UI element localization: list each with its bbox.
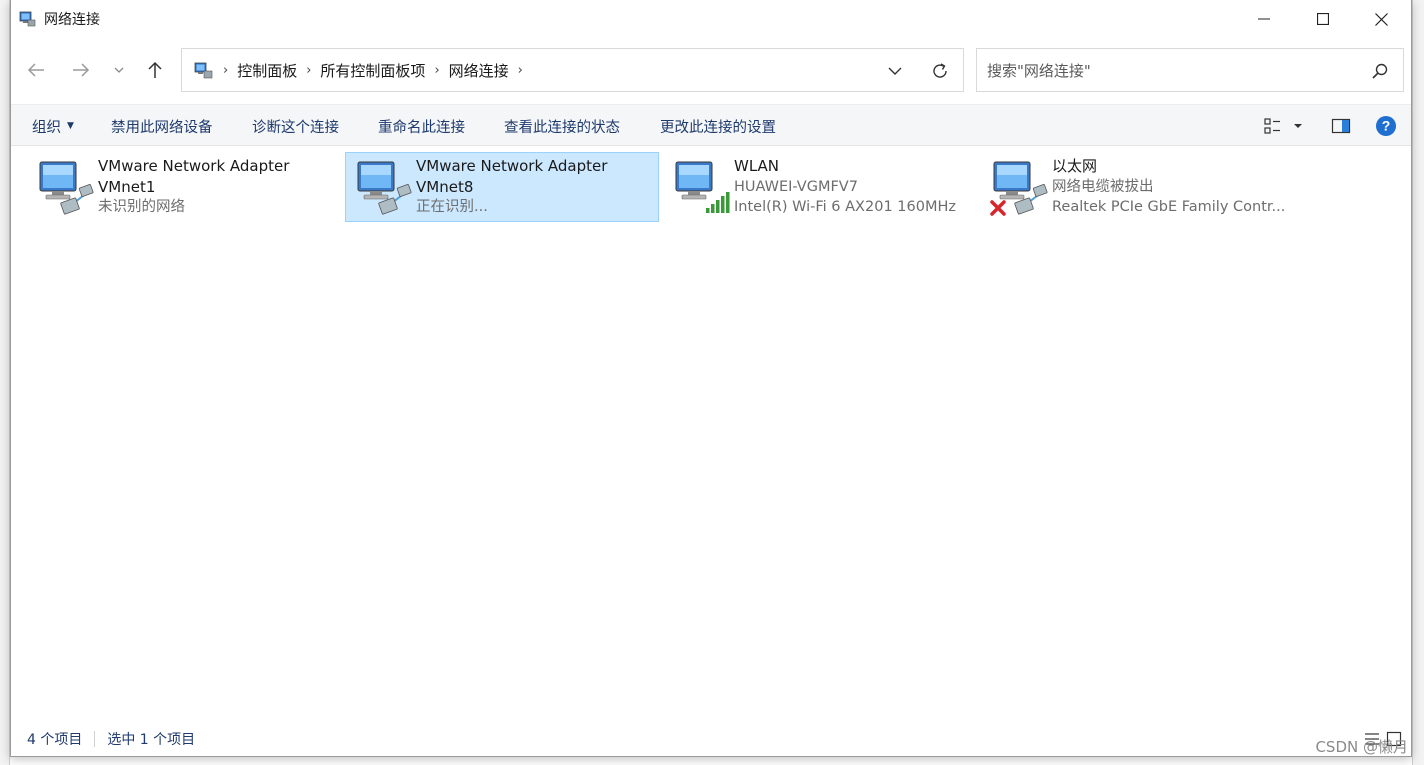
title-bar: 网络连接 [11, 0, 1411, 38]
chevron-down-icon [114, 67, 124, 73]
background-app-bottom [10, 757, 1412, 765]
search-placeholder: 搜索"网络连接" [987, 61, 1091, 80]
close-icon [1375, 12, 1388, 26]
minimize-icon [1257, 18, 1270, 20]
connections-list: VMware Network Adapter VMnet1 未识别的网络 VMw… [11, 146, 1411, 722]
breadcrumb-network-connections[interactable]: 网络连接 [449, 60, 509, 81]
chevron-down-icon[interactable] [885, 61, 905, 81]
organize-menu[interactable]: 组织 ▼ [32, 105, 74, 147]
command-bar: 组织 ▼ 禁用此网络设备 诊断这个连接 重命名此连接 查看此连接的状态 更改此连… [11, 104, 1411, 146]
connection-item-vmnet8[interactable]: VMware Network Adapter VMnet8 正在识别... [345, 152, 659, 222]
status-divider [94, 731, 96, 747]
breadcrumb-separator[interactable]: › [518, 63, 523, 78]
change-settings-button[interactable]: 更改此连接的设置 [660, 105, 776, 147]
connection-item-wlan[interactable]: WLAN HUAWEI-VGMFV7 Intel(R) Wi-Fi 6 AX20… [663, 152, 977, 222]
close-button[interactable] [1352, 0, 1411, 38]
view-status-button[interactable]: 查看此连接的状态 [504, 105, 620, 147]
breadcrumb-separator[interactable]: › [306, 63, 311, 78]
connection-status: 未识别的网络 [98, 199, 185, 215]
up-button[interactable] [137, 53, 173, 87]
breadcrumb-separator[interactable]: › [434, 63, 439, 78]
connection-status: 网络电缆被拔出 [1052, 178, 1154, 195]
organize-label: 组织 [32, 119, 61, 136]
caret-down-icon[interactable] [1291, 116, 1305, 136]
network-adapter-icon [39, 161, 94, 215]
rename-connection-button[interactable]: 重命名此连接 [378, 105, 465, 147]
wifi-adapter-icon [675, 161, 730, 213]
window-title: 网络连接 [44, 12, 100, 28]
refresh-icon[interactable] [929, 60, 951, 82]
connection-name: 以太网 [1052, 157, 1098, 175]
background-app-right [1412, 0, 1424, 765]
svg-text:?: ? [1382, 118, 1391, 134]
disable-device-button[interactable]: 禁用此网络设备 [111, 105, 213, 147]
breadcrumb-control-panel[interactable]: 控制面板 [237, 60, 297, 81]
connection-device: Realtek PCIe GbE Family Contr... [1052, 199, 1286, 215]
forward-button[interactable] [63, 53, 99, 87]
search-input[interactable]: 搜索"网络连接" [976, 48, 1404, 92]
breadcrumb-separator: › [223, 62, 229, 78]
network-connections-window: 网络连接 › 控制面板 › 所有控制面板项 › 网络连接 › 搜索"网络连接" … [10, 0, 1412, 757]
ethernet-adapter-icon [990, 161, 1048, 216]
connection-name: WLAN [734, 157, 780, 175]
item-count: 4 个项目 [27, 732, 83, 748]
watermark-text: CSDN @懒月 [1315, 738, 1408, 756]
connection-item-ethernet[interactable]: 以太网 网络电缆被拔出 Realtek PCIe GbE Family Cont… [981, 152, 1295, 222]
connection-item-vmnet1[interactable]: VMware Network Adapter VMnet1 未识别的网络 [27, 152, 341, 222]
recent-locations-button[interactable] [101, 53, 137, 87]
connection-name: VMware Network Adapter VMnet8 [416, 157, 608, 196]
navigation-bar: › 控制面板 › 所有控制面板项 › 网络连接 › 搜索"网络连接" [11, 38, 1411, 104]
arrow-up-icon [148, 61, 162, 78]
back-button[interactable] [18, 53, 54, 87]
search-icon [1372, 63, 1388, 79]
background-app-left [0, 0, 10, 765]
signal-bars-icon [706, 192, 730, 213]
caret-down-icon: ▼ [67, 121, 74, 131]
maximize-button[interactable] [1293, 0, 1352, 38]
network-connections-icon [194, 62, 213, 79]
breadcrumb-all-items[interactable]: 所有控制面板项 [320, 60, 425, 81]
maximize-icon [1316, 13, 1329, 25]
arrow-left-icon [27, 63, 44, 77]
change-view-icon[interactable] [1263, 116, 1283, 136]
help-icon[interactable]: ? [1375, 115, 1397, 137]
connection-status: 正在识别... [416, 199, 488, 215]
connection-name: VMware Network Adapter VMnet1 [98, 157, 290, 196]
error-x-icon [990, 200, 1006, 216]
window-controls [1234, 0, 1411, 38]
address-bar[interactable]: › 控制面板 › 所有控制面板项 › 网络连接 › [181, 48, 964, 92]
arrow-right-icon [73, 63, 90, 77]
diagnose-connection-button[interactable]: 诊断这个连接 [252, 105, 339, 147]
network-connections-icon [19, 11, 36, 27]
status-bar: 4 个项目 选中 1 个项目 [11, 722, 1411, 756]
minimize-button[interactable] [1234, 0, 1293, 38]
network-adapter-icon [357, 161, 412, 215]
selected-count: 选中 1 个项目 [107, 732, 196, 748]
preview-pane-icon[interactable] [1331, 116, 1351, 136]
connection-ssid: HUAWEI-VGMFV7 [734, 178, 858, 195]
connection-device: Intel(R) Wi-Fi 6 AX201 160MHz [734, 199, 956, 215]
